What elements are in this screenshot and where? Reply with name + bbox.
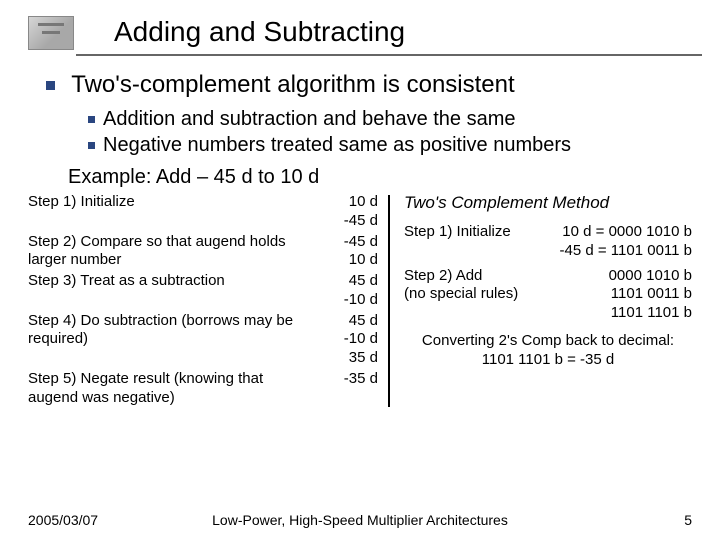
right-convert-line1: Converting 2's Comp back to decimal: [404,331,692,351]
slide: Adding and Subtracting Two's-complement … [0,0,720,540]
footer: Low-Power, High-Speed Multiplier Archite… [28,512,692,528]
right-step-1-label: Step 1) Initialize [404,223,560,242]
footer-date: 2005/03/07 [28,512,98,528]
left-step-3-vals: 45 d -10 d [322,272,378,310]
two-column-body: Step 1) Initialize 10 d -45 d Step 2) Co… [28,193,692,409]
bullet-main: Two's-complement algorithm is consistent… [46,70,692,158]
right-step-1-vals: 10 d = 0000 1010 b -45 d = 1101 0011 b [560,223,692,261]
slide-title: Adding and Subtracting [86,16,692,52]
footer-page: 5 [684,512,692,528]
footer-title: Low-Power, High-Speed Multiplier Archite… [28,512,692,528]
right-convert-line2: 1101 1101 b = -35 d [404,350,692,370]
left-step-4-vals: 45 d -10 d 35 d [322,312,378,368]
sub-bullet-2: Negative numbers treated same as positiv… [88,132,692,158]
left-step-4-label: Step 4) Do subtraction (borrows may be r… [28,312,322,350]
left-step-5-vals: -35 d [322,370,378,389]
right-step-2: Step 2) Add (no special rules) 0000 1010… [404,267,692,323]
bullet-list: Two's-complement algorithm is consistent… [46,70,692,158]
left-step-1-label: Step 1) Initialize [28,193,322,212]
title-underline [76,54,702,56]
left-step-5: Step 5) Negate result (knowing that auge… [28,370,378,408]
sub-bullet-1: Addition and subtraction and behave the … [88,106,692,132]
right-step-1: Step 1) Initialize 10 d = 0000 1010 b -4… [404,223,692,261]
right-column: Two's Complement Method Step 1) Initiali… [390,193,692,409]
right-heading: Two's Complement Method [404,193,692,213]
example-line: Example: Add – 45 d to 10 d [68,166,692,189]
chip-logo-icon [28,16,74,50]
left-step-2: Step 2) Compare so that augend holds lar… [28,233,378,271]
right-step-2-label: Step 2) Add (no special rules) [404,267,609,305]
left-step-2-label: Step 2) Compare so that augend holds lar… [28,233,322,271]
left-step-5-label: Step 5) Negate result (knowing that auge… [28,370,322,408]
right-convert: Converting 2's Comp back to decimal: 110… [404,331,692,370]
left-column: Step 1) Initialize 10 d -45 d Step 2) Co… [28,193,388,409]
left-step-2-vals: -45 d 10 d [322,233,378,271]
left-step-3-label: Step 3) Treat as a subtraction [28,272,322,291]
right-step-2-vals: 0000 1010 b 1101 0011 b 1101 1101 b [609,267,692,323]
left-step-1-vals: 10 d -45 d [322,193,378,231]
sub-bullet-list: Addition and subtraction and behave the … [88,106,692,158]
left-step-1: Step 1) Initialize 10 d -45 d [28,193,378,231]
bullet-main-text: Two's-complement algorithm is consistent [71,71,514,98]
title-row: Adding and Subtracting [28,16,692,56]
left-step-4: Step 4) Do subtraction (borrows may be r… [28,312,378,368]
left-step-3: Step 3) Treat as a subtraction 45 d -10 … [28,272,378,310]
